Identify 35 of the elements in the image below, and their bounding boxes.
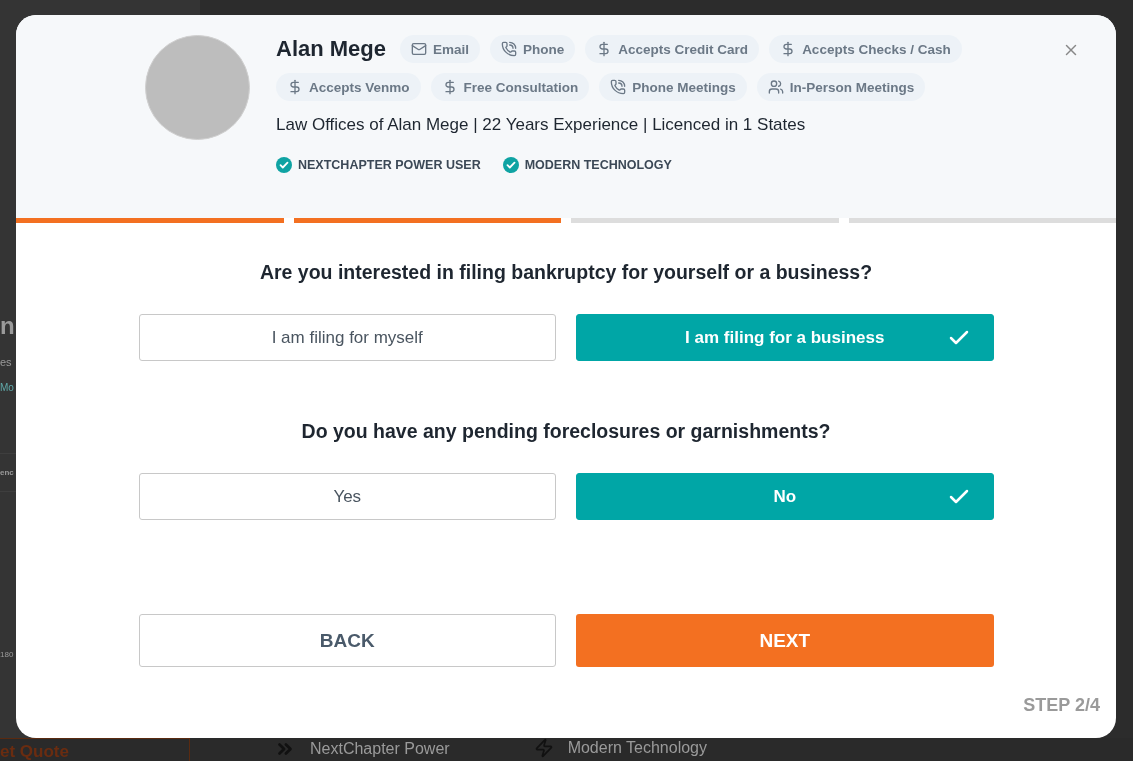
people-icon bbox=[767, 79, 784, 95]
answer-option[interactable]: Yes bbox=[138, 473, 556, 520]
dollar-icon bbox=[287, 79, 303, 95]
page-subtitle: es bbox=[0, 356, 12, 368]
service-tag: Accepts Credit Card bbox=[585, 35, 760, 63]
feature-label: Modern Technology bbox=[567, 741, 707, 755]
phone-icon bbox=[610, 79, 627, 95]
answer-option[interactable]: I am filing for a business bbox=[576, 314, 994, 361]
service-tag: Phone bbox=[490, 35, 576, 63]
answer-option[interactable]: I am filing for myself bbox=[138, 314, 556, 361]
service-tag: Accepts Venmo bbox=[276, 73, 421, 101]
page-heading: n bbox=[0, 312, 16, 340]
phone-icon bbox=[501, 41, 518, 57]
badge-label: MODERN TECHNOLOGY bbox=[524, 158, 672, 172]
feature-label: NextChapter Power bbox=[310, 742, 450, 756]
question-prompt: Do you have any pending foreclosures or garnishments? bbox=[301, 420, 831, 443]
check-circle-icon bbox=[276, 157, 292, 173]
service-tag: In-Person Meetings bbox=[756, 73, 926, 101]
attorney-name: Alan Mege bbox=[276, 36, 387, 62]
badge-label: NEXTCHAPTER POWER USER bbox=[298, 158, 481, 172]
lightning-icon bbox=[533, 738, 554, 758]
answer-option[interactable]: No bbox=[576, 473, 994, 520]
service-tag: Accepts Checks / Cash bbox=[769, 35, 962, 63]
back-button[interactable]: BACK bbox=[138, 614, 556, 667]
step-indicator: STEP 2/4 bbox=[1023, 695, 1100, 716]
service-tag: Email bbox=[400, 35, 481, 63]
next-button[interactable]: NEXT bbox=[576, 614, 994, 667]
mail-icon bbox=[411, 41, 428, 57]
page-phone: 180 bbox=[0, 650, 14, 659]
check-circle-icon bbox=[502, 157, 519, 173]
question-prompt: Are you interested in filing bankruptcy for yourself or a business? bbox=[259, 261, 873, 284]
profile-summary: Law Offices of Alan Mege | 22 Years Experience | Licenced in 1 States bbox=[276, 115, 807, 135]
page-link[interactable]: Mo bbox=[0, 382, 14, 393]
service-tag: Free Consultation bbox=[430, 73, 590, 101]
service-tag: Phone Meetings bbox=[599, 73, 747, 101]
